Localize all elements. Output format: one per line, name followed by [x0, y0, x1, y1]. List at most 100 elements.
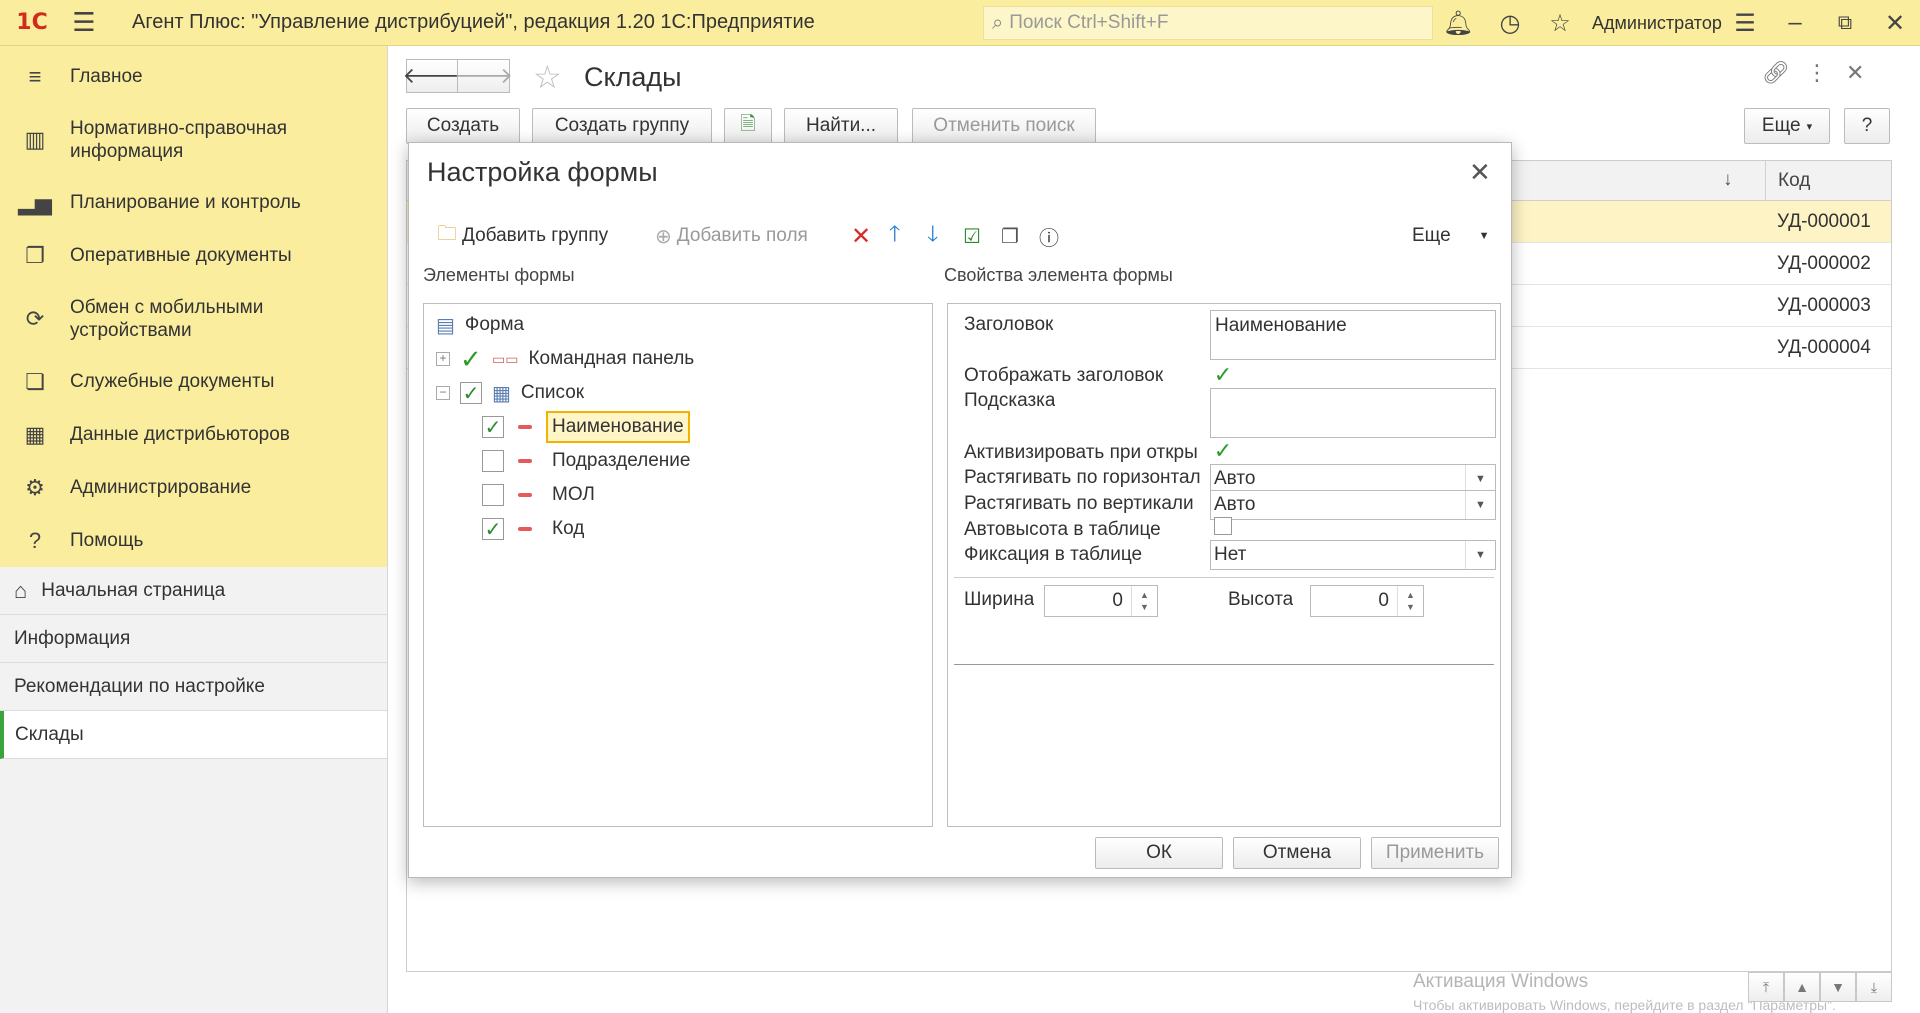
height-input[interactable]: 0 ▲ ▼	[1310, 585, 1424, 617]
create-copy-button[interactable]: 🗎︎	[724, 108, 772, 144]
fix-select[interactable]: Нет ▼	[1210, 540, 1496, 570]
scroll-bottom-icon[interactable]: ⤓	[1856, 972, 1892, 1002]
visible-check-icon[interactable]: ✓	[460, 344, 482, 375]
question-icon: ?	[28, 527, 42, 553]
settings-lines-icon[interactable]: ☰	[1725, 0, 1765, 46]
add-group-button[interactable]: 🗀︎ Добавить группу	[437, 221, 608, 251]
spinner-icon[interactable]: ▲ ▼	[1397, 586, 1423, 616]
forward-button[interactable]: 🡒	[454, 59, 513, 93]
ok-button[interactable]: ОК	[1095, 837, 1223, 869]
tree-node-field[interactable]: ✓ Наименование	[482, 410, 690, 444]
restore-icon[interactable]: ⧉	[1825, 0, 1865, 46]
spinner-icon[interactable]: ▲ ▼	[1131, 586, 1157, 616]
copy-icon[interactable]: ❐	[1001, 221, 1019, 251]
minimize-icon[interactable]: –	[1775, 0, 1815, 46]
section-planning[interactable]: ▂▅ Планирование и контроль	[0, 176, 387, 229]
sort-down-icon[interactable]: ↓	[1723, 169, 1733, 191]
activate-checkbox[interactable]: ✓	[1212, 438, 1234, 463]
autoheight-checkbox[interactable]	[1214, 517, 1232, 535]
scroll-up-icon[interactable]: ▲	[1784, 972, 1820, 1002]
stretch-v-select[interactable]: Авто ▼	[1210, 490, 1496, 520]
more-button[interactable]: Еще ▾	[1744, 108, 1830, 144]
nav-recommendations[interactable]: Рекомендации по настройке	[0, 663, 387, 711]
apply-button[interactable]: Применить	[1371, 837, 1499, 869]
hint-label: Подсказка	[964, 390, 1056, 411]
help-button[interactable]: ?	[1844, 108, 1890, 144]
star-icon[interactable]: ☆	[1540, 0, 1580, 46]
section-reference[interactable]: ▥ Нормативно-справочная информация	[0, 103, 387, 176]
bell-icon[interactable]: 🔔︎	[1438, 0, 1478, 46]
service-docs-icon: ❏	[25, 368, 45, 394]
close-icon[interactable]: ✕	[1875, 0, 1915, 46]
page-title: Склады	[584, 62, 682, 92]
tree-node-field[interactable]: МОЛ	[482, 478, 595, 512]
search-input[interactable]: ⌕ Поиск Ctrl+Shift+F	[983, 6, 1433, 40]
scroll-down-icon[interactable]: ▼	[1820, 972, 1856, 1002]
tree-node-field[interactable]: ✓ Код	[482, 512, 584, 546]
add-fields-button[interactable]: ⊕ Добавить поля	[655, 221, 808, 251]
field-checkbox[interactable]	[482, 450, 504, 472]
cancel-button[interactable]: Отмена	[1233, 837, 1361, 869]
menu-icon[interactable]: ☰	[64, 0, 104, 46]
find-button[interactable]: Найти...	[784, 108, 898, 144]
tree-label: Наименование	[546, 411, 690, 443]
cancel-search-button[interactable]: Отменить поиск	[912, 108, 1096, 144]
close-form-icon[interactable]: ✕	[1846, 60, 1864, 86]
form-elements-tree: ▤ Форма + ✓ ▭▭ Командная панель − ✓ ▦ Сп…	[423, 303, 933, 827]
history-icon[interactable]: ◷	[1490, 0, 1530, 46]
help-circle-icon[interactable]: ⓘ	[1039, 221, 1059, 251]
tree-node-field[interactable]: Подразделение	[482, 444, 690, 478]
header-input[interactable]: Наименование	[1210, 310, 1496, 360]
add-document-icon: 🗎︎	[740, 114, 756, 135]
create-button[interactable]: Создать	[406, 108, 520, 144]
chevron-down-icon[interactable]: ▼	[1465, 465, 1495, 493]
chevron-down-icon[interactable]: ▼	[1465, 491, 1495, 519]
delete-icon[interactable]: ✕	[851, 221, 871, 251]
create-group-button[interactable]: Создать группу	[532, 108, 712, 144]
collapse-icon[interactable]: −	[436, 386, 450, 400]
field-checkbox[interactable]: ✓	[482, 416, 504, 439]
favorite-star-icon[interactable]: ☆	[533, 58, 562, 96]
chevron-down-icon[interactable]: ▼	[1465, 541, 1495, 569]
search-placeholder: Поиск Ctrl+Shift+F	[1009, 12, 1169, 33]
check-all-icon[interactable]: ☑	[963, 221, 981, 251]
tree-node-command-panel[interactable]: + ✓ ▭▭ Командная панель	[436, 342, 694, 376]
nav-warehouses[interactable]: Склады	[0, 711, 387, 759]
nav-information[interactable]: Информация	[0, 615, 387, 663]
tree-node-form[interactable]: ▤ Форма	[436, 308, 524, 342]
field-checkbox[interactable]	[482, 484, 504, 506]
section-main[interactable]: ≡ Главное	[0, 50, 387, 103]
list-scroll-buttons: ⤒ ▲ ▼ ⤓	[1748, 972, 1892, 1002]
section-administration[interactable]: ⚙ Администрирование	[0, 461, 387, 514]
hint-input[interactable]	[1210, 388, 1496, 438]
section-help[interactable]: ? Помощь	[0, 514, 387, 567]
link-icon[interactable]: 🔗︎	[1762, 60, 1790, 86]
back-button[interactable]: 🡐	[403, 59, 462, 93]
form-settings-dialog: Настройка формы ✕ 🗀︎ Добавить группу ⊕ Д…	[408, 142, 1512, 878]
scroll-top-icon[interactable]: ⤒	[1748, 972, 1784, 1002]
tree-node-list[interactable]: − ✓ ▦ Список	[436, 376, 584, 410]
list-checkbox[interactable]: ✓	[460, 382, 482, 405]
section-mobile-exchange[interactable]: ⟳ Обмен с мобильными устройствами	[0, 282, 387, 355]
column-code[interactable]: Код	[1765, 161, 1893, 201]
show-header-checkbox[interactable]: ✓	[1212, 362, 1234, 387]
move-up-icon[interactable]: 🡑	[889, 221, 900, 251]
dialog-close-icon[interactable]: ✕	[1469, 157, 1491, 188]
tree-label: Список	[520, 382, 585, 403]
chevron-down-icon: ▾	[1806, 120, 1813, 133]
dialog-more-button[interactable]: Еще ▼	[1412, 221, 1490, 251]
expand-icon[interactable]: +	[436, 352, 450, 366]
chevron-down-icon: ▼	[1478, 230, 1490, 242]
section-distributor-data[interactable]: ▦ Данные дистрибьюторов	[0, 408, 387, 461]
section-service-docs[interactable]: ❏ Служебные документы	[0, 355, 387, 408]
nav-home[interactable]: ⌂ Начальная страница	[0, 567, 387, 615]
element-properties-title: Свойства элемента формы	[944, 265, 1173, 285]
field-checkbox[interactable]: ✓	[482, 518, 504, 541]
width-input[interactable]: 0 ▲ ▼	[1044, 585, 1158, 617]
move-down-icon[interactable]: 🡓	[927, 221, 938, 251]
more-vertical-icon[interactable]: ⋮	[1806, 60, 1828, 86]
section-operational-docs[interactable]: ❐ Оперативные документы	[0, 229, 387, 282]
bar-chart-icon: ▂▅	[18, 189, 52, 215]
add-circle-icon: ⊕	[655, 225, 672, 248]
user-name[interactable]: Администратор	[1592, 0, 1722, 46]
